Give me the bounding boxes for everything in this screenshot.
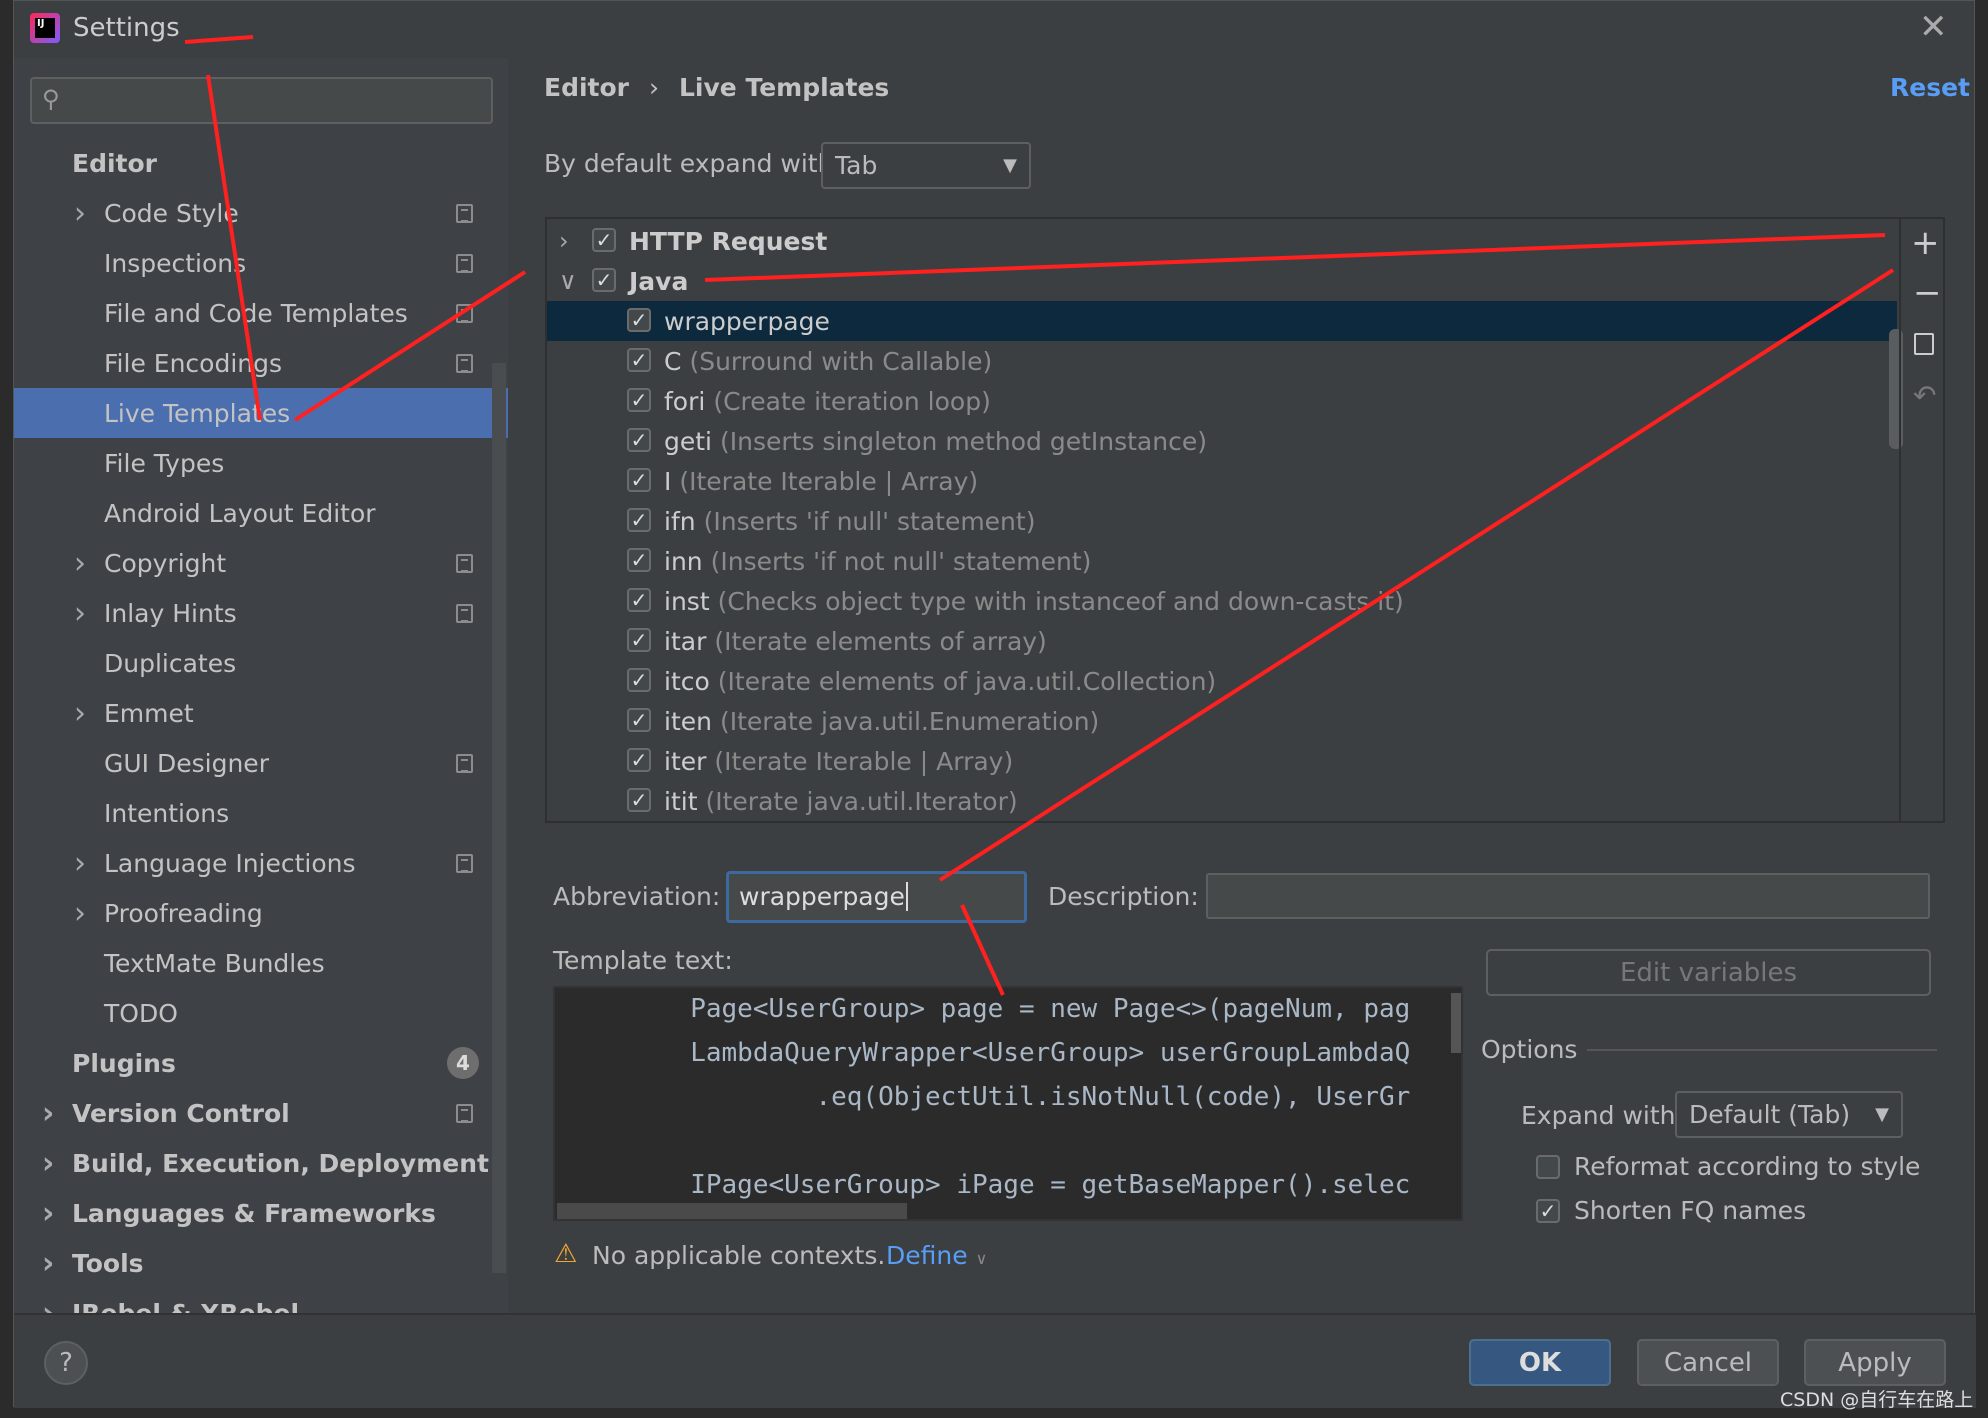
annotation-arrow <box>960 904 1005 996</box>
annotation-arrow <box>704 233 1886 282</box>
annotation-arrow <box>184 35 254 44</box>
annotation-arrow <box>938 268 1895 882</box>
annotation-arrows <box>184 35 1895 996</box>
annotation-arrow <box>206 74 262 421</box>
annotation-arrow <box>293 270 527 422</box>
